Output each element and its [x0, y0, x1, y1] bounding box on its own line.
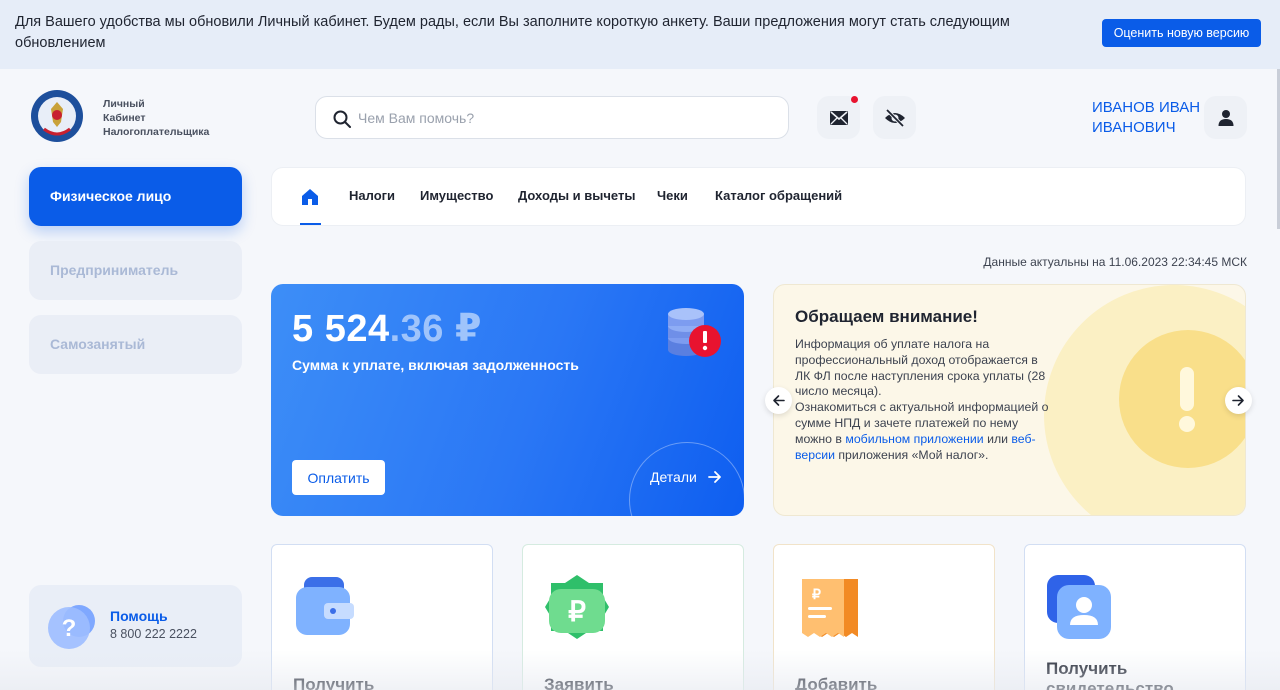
ruble-icon: ₽ [545, 575, 609, 639]
profile-button[interactable] [1204, 96, 1247, 139]
data-actual-date: Данные актуальны на 11.06.2023 22:34:45 … [983, 255, 1247, 269]
carousel-prev-button[interactable] [765, 387, 792, 414]
arrow-left-icon [773, 395, 785, 406]
question-icon: ? [48, 605, 95, 649]
help-phone: 8 800 222 2222 [110, 627, 197, 641]
search-input[interactable] [358, 107, 758, 129]
sidebar-item-entrepreneur[interactable]: Предприниматель [29, 241, 242, 300]
tab-receipts[interactable]: Чеки [657, 188, 688, 203]
pay-button[interactable]: Оплатить [292, 460, 385, 495]
service-card-declare[interactable]: ₽ Заявить [522, 544, 744, 690]
details-link[interactable]: Детали [650, 469, 697, 485]
service-card-get[interactable]: Получить [271, 544, 493, 690]
exclamation-icon [1179, 367, 1195, 432]
eye-off-icon [884, 108, 905, 127]
receipt-icon: ₽ [802, 579, 858, 637]
svg-text:₽: ₽ [568, 596, 586, 627]
notice-card: Обращаем внимание! Информация об уплате … [773, 284, 1246, 516]
id-card-icon [1047, 575, 1111, 639]
balance-card: 5 524.36 ₽ Сумма к уплате, включая задол… [271, 284, 744, 516]
tab-property[interactable]: Имущество [420, 188, 493, 203]
fns-emblem-logo[interactable] [30, 89, 84, 143]
service-card-certificate[interactable]: Получить свидетельство [1024, 544, 1246, 690]
search-icon [333, 110, 351, 128]
logo-line-1: Личный [103, 98, 145, 110]
notice-text-3: или [983, 431, 1012, 446]
hide-amounts-button[interactable] [873, 96, 916, 139]
rate-new-version-button[interactable]: Оценить новую версию [1102, 19, 1261, 47]
mobile-app-link[interactable]: мобильном приложении [845, 432, 983, 446]
sidebar-item-individual[interactable]: Физическое лицо [29, 167, 242, 226]
user-icon [1218, 109, 1233, 126]
service-card-add[interactable]: ₽ Добавить [773, 544, 995, 690]
banner-text: Для Вашего удобства мы обновили Личный к… [15, 14, 1010, 51]
service-label-get: Получить [293, 675, 375, 690]
user-name-link[interactable]: ИВАНОВ ИВАН ИВАНОВИЧ [1092, 98, 1202, 138]
nav-active-underline [300, 223, 321, 225]
logo-line-2: Кабинет [103, 112, 146, 124]
arrow-right-icon [708, 471, 721, 483]
service-label-add: Добавить [795, 675, 878, 690]
notice-title: Обращаем внимание! [795, 307, 978, 326]
service-label-declare: Заявить [544, 675, 614, 690]
arrow-right-icon [1232, 395, 1244, 406]
tab-requests-catalog[interactable]: Каталог обращений [715, 188, 842, 203]
search-box[interactable] [315, 96, 789, 139]
mail-icon [829, 110, 848, 125]
carousel-next-button[interactable] [1225, 387, 1252, 414]
logo-line-3: Налогоплательщика [103, 126, 210, 138]
help-title: Помощь [110, 608, 168, 624]
wallet-icon [296, 577, 354, 635]
svg-text:₽: ₽ [812, 586, 821, 602]
amount-due: 5 524.36 ₽ [292, 306, 482, 351]
logo-text: Личный Кабинет Налогоплательщика [103, 97, 209, 139]
coins-alert-icon [668, 308, 721, 357]
notice-text-4: приложения «Мой налог». [834, 447, 989, 462]
notice-body: Информация об уплате налога на профессио… [795, 337, 1050, 463]
amount-integer: 5 524 [292, 308, 390, 350]
amount-decimal: .36 ₽ [389, 308, 482, 350]
tab-taxes[interactable]: Налоги [349, 188, 395, 203]
amount-subtitle: Сумма к уплате, включая задолженность [292, 357, 579, 373]
help-card[interactable]: ? Помощь 8 800 222 2222 [29, 585, 242, 667]
notice-text-1: Информация об уплате налога на профессио… [795, 337, 1046, 399]
tab-income-deductions[interactable]: Доходы и вычеты [518, 188, 635, 203]
sidebar-item-self-employed[interactable]: Самозанятый [29, 315, 242, 374]
main-nav: Налоги Имущество Доходы и вычеты Чеки Ка… [271, 167, 1246, 226]
home-icon[interactable] [299, 186, 321, 208]
update-banner: Для Вашего удобства мы обновили Личный к… [0, 0, 1280, 69]
notification-dot [851, 96, 858, 103]
svg-text:?: ? [62, 615, 77, 642]
service-label-certificate: Получить свидетельство [1046, 659, 1174, 690]
